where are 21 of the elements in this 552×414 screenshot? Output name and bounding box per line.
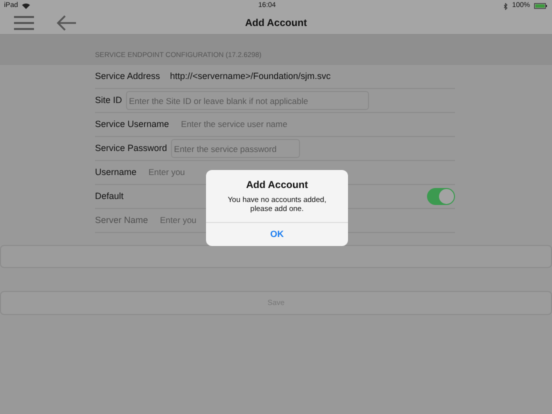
text-field[interactable]: Enter the service user name <box>179 118 313 131</box>
field-label: Service Password <box>95 142 168 155</box>
field-label: Server Name <box>95 214 148 227</box>
field-label: Default <box>95 190 124 203</box>
field-label: Service Address <box>95 70 160 83</box>
text-field[interactable]: Enter the service password <box>171 139 300 158</box>
back-arrow-icon[interactable] <box>56 15 76 31</box>
menu-icon[interactable] <box>14 16 34 30</box>
alert-title: Add Account <box>245 179 309 193</box>
field-value: http://<servername>/Foundation/sjm.svc <box>170 70 331 83</box>
screen-title: Add Account <box>245 16 307 30</box>
battery-icon <box>534 3 548 9</box>
toggle-switch[interactable] <box>427 188 455 205</box>
field-label: Username <box>95 166 137 179</box>
bluetooth-icon <box>504 2 508 10</box>
field-label: Service Username <box>95 118 170 131</box>
field-label: Site ID <box>95 94 122 107</box>
ok-button[interactable]: OK <box>206 222 348 246</box>
text-field[interactable]: Enter the Site ID or leave blank if not applicable <box>126 91 370 110</box>
wifi-icon <box>22 3 30 9</box>
text-field[interactable]: Enter you <box>146 166 194 179</box>
